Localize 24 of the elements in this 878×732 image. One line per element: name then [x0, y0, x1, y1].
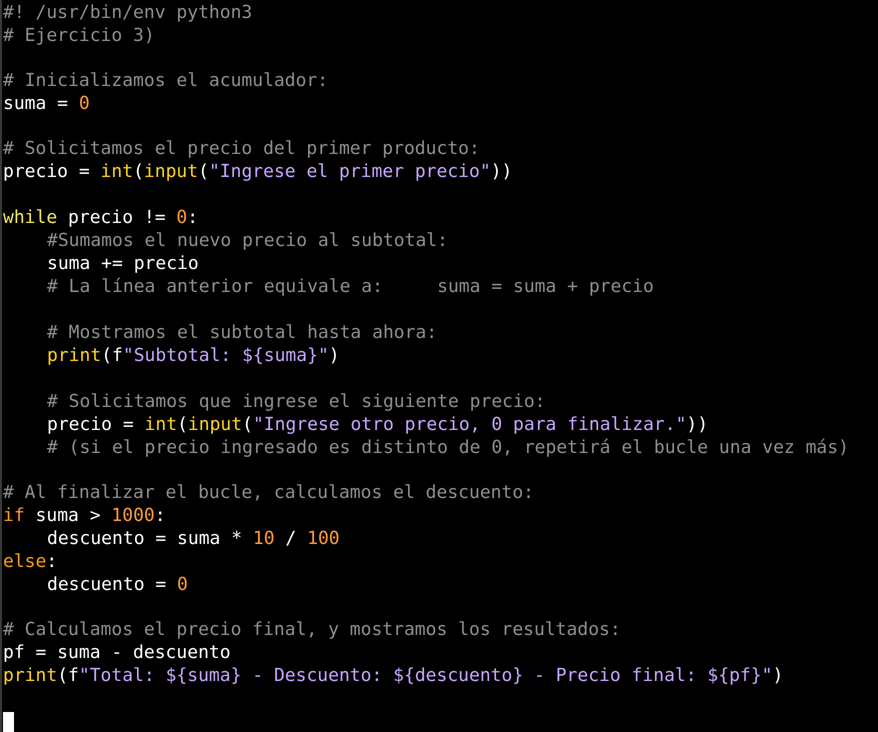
code-comment: # Al finalizar el bucle, calculamos el descuento: [3, 480, 534, 504]
code-comment: #! /usr/bin/env python3 [3, 1, 252, 24]
code-line: else: [3, 550, 58, 573]
code-comment: # Calculamos el precio final, y mostramos los resultados: [3, 618, 621, 641]
code-line: descuento = suma * 10 / 100 [47, 526, 340, 550]
code-comment: #Sumamos el nuevo precio al subtotal: [47, 228, 448, 252]
code-line: print(f"Subtotal: ${suma}") [47, 344, 340, 367]
code-line: if suma > 1000: [3, 504, 166, 527]
code-comment: # Ejercicio 3) [3, 24, 155, 47]
code-comment: # Mostramos el subtotal hasta ahora: [47, 320, 438, 344]
code-line: print(f"Total: ${suma} - Descuento: ${descuento} - Precio final: ${pf}") [3, 664, 784, 687]
code-comment: # Solicitamos el precio del primer producto: [3, 137, 480, 160]
code-line: descuento = 0 [47, 572, 188, 596]
text-cursor [3, 712, 14, 732]
code-comment: # Solicitamos que ingrese el siguiente precio: [47, 390, 546, 413]
code-comment: # La línea anterior equivale a: suma = suma + precio [47, 274, 654, 298]
code-line: suma = 0 [3, 92, 90, 116]
code-line: precio = int(input("Ingrese el primer precio")) [3, 160, 512, 184]
code-comment: # (si el precio ingresado es distinto de 0, repetirá el bucle una vez más) [47, 436, 849, 459]
code-comment: # Inicializamos el acumulador: [3, 69, 328, 92]
code-line: while precio != 0: [3, 206, 198, 229]
code-line: suma += precio [47, 252, 199, 275]
code-line: pf = suma - descuento [3, 640, 231, 664]
code-line: precio = int(input("Ingrese otro precio, 0 para finalizar.")) [47, 412, 708, 436]
